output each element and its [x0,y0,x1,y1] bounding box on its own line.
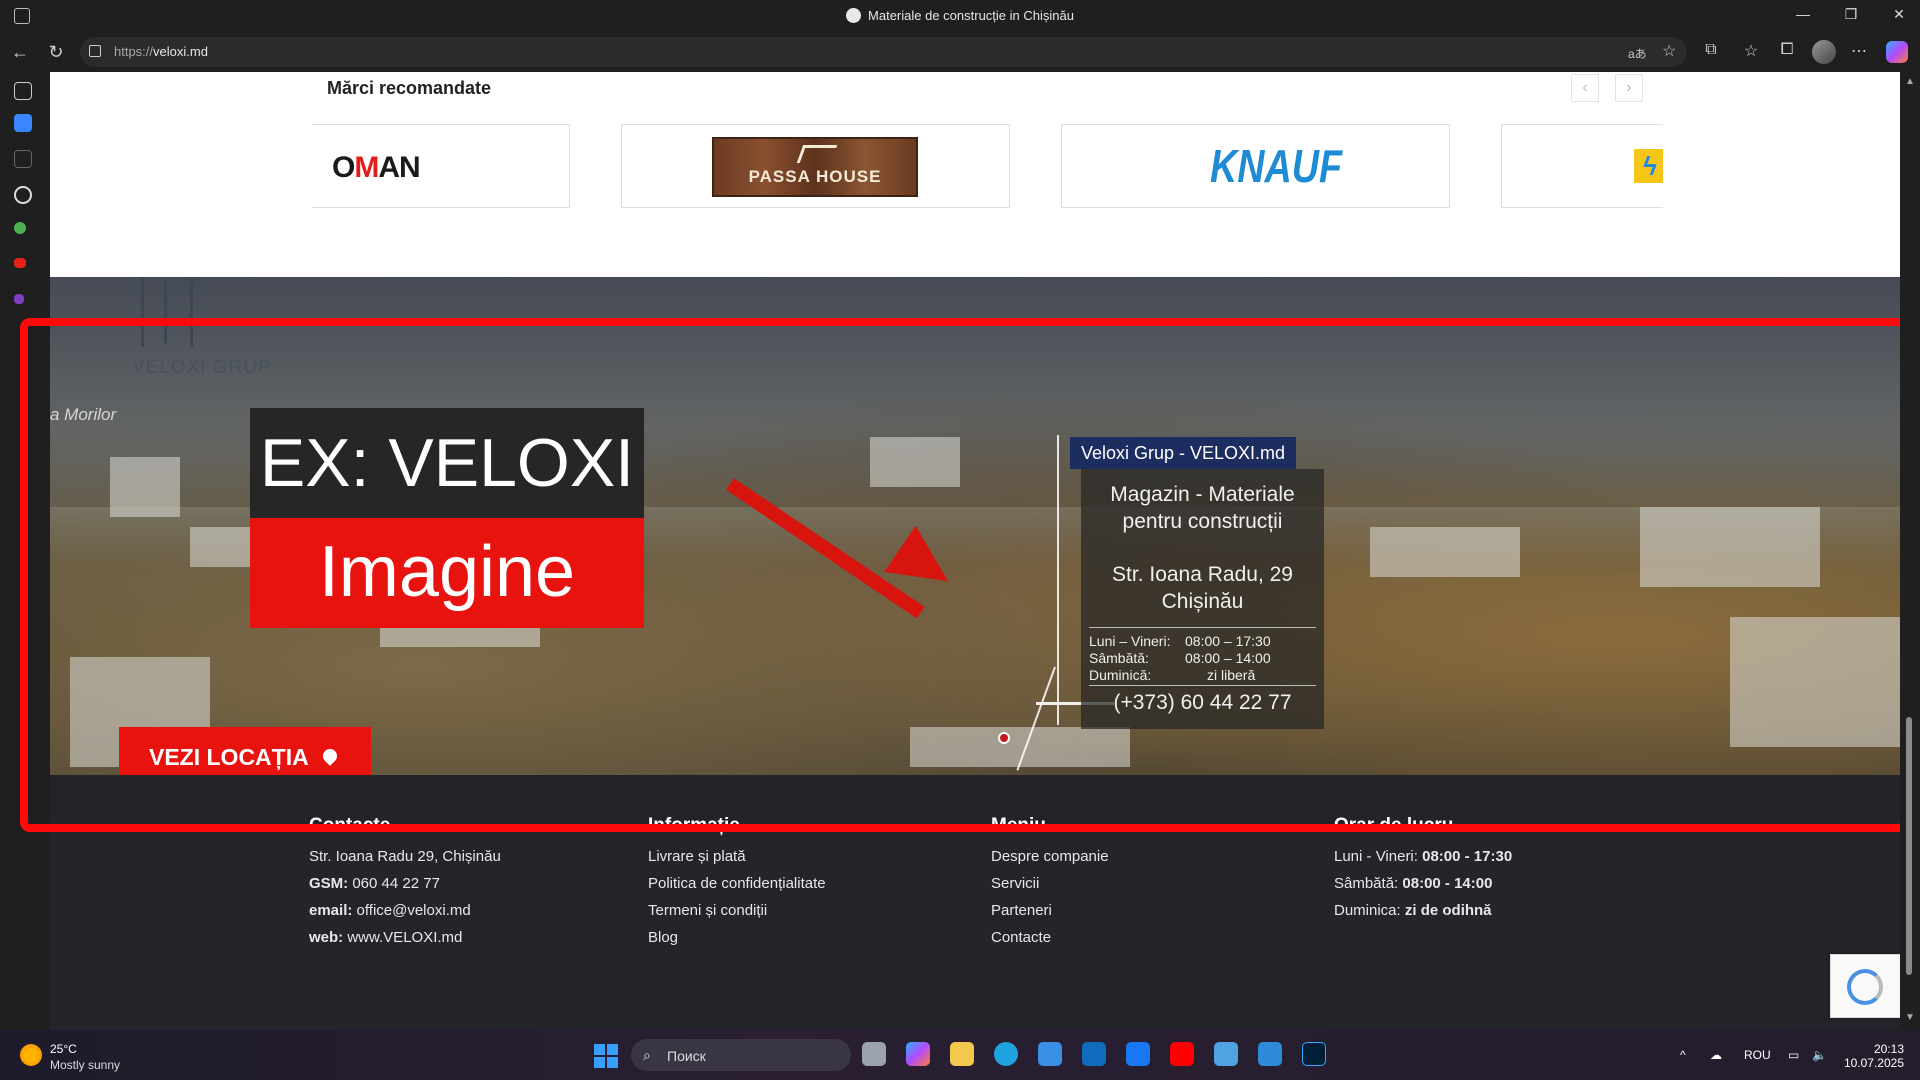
knauf-logo: KNAUF [1210,140,1343,192]
minimize-icon[interactable]: — [1788,6,1818,22]
back-arrow-icon[interactable]: ← [8,40,32,64]
lightning-brand-logo: ϟ [1634,149,1663,183]
browser-title-bar: Materiale de construcție in Chișinău — ❐… [0,0,1920,32]
recaptcha-icon [1847,969,1883,1005]
tab-icon[interactable] [14,186,32,204]
taskbar-search[interactable]: ⌕ Поиск [631,1039,851,1071]
notepad-icon[interactable] [1214,1042,1238,1066]
footer-gsm: GSM: 060 44 22 77 [309,875,440,892]
photoshop-icon[interactable] [1302,1042,1326,1066]
footer-hours-row: Duminica: zi de odihnă [1334,902,1492,919]
footer-web[interactable]: web: www.VELOXI.md [309,929,501,946]
tab-icon[interactable] [14,294,24,304]
tray-network-icon[interactable]: ☁ [1710,1048,1722,1062]
footer-col-hours: Orar de lucru Luni - Vineri: 08:00 - 17:… [1334,815,1513,919]
lock-icon[interactable] [89,45,101,57]
annotation-highlight-box [20,318,1908,832]
taskbar-clock[interactable]: 20:13 10.07.2025 [1840,1042,1904,1070]
vertical-tabs-icon[interactable] [14,82,32,100]
active-tab-icon[interactable] [14,114,32,132]
footer-link-contacts[interactable]: Contacte [991,929,1109,946]
weather-sun-icon[interactable] [20,1044,42,1066]
footer-email[interactable]: email: office@veloxi.md [309,902,501,919]
tab-icon[interactable] [14,150,32,168]
more-options-icon[interactable]: ⋯ [1848,41,1870,61]
browser-toolbar: ← ↻ https://veloxi.md aあ ☆ ⧉ ☆ ⧠ ⋯ [0,32,1920,72]
footer-link-partners[interactable]: Parteneri [991,902,1109,919]
footer-address: Str. Ioana Radu 29, Chișinău [309,848,501,865]
site-footer: Contacte Str. Ioana Radu 29, Chișinău GS… [50,815,1900,1030]
extensions-icon[interactable]: ⧉ [1700,41,1722,59]
recaptcha-badge[interactable] [1830,954,1902,1018]
scroll-down-icon[interactable]: ▼ [1905,1012,1915,1023]
tray-chevron-icon[interactable]: ^ [1680,1048,1686,1062]
footer-col-contacts: Contacte Str. Ioana Radu 29, Chișinău GS… [309,815,501,946]
weather-temperature[interactable]: 25°C [50,1042,77,1056]
search-icon: ⌕ [643,1047,651,1063]
footer-hours-row: Luni - Vineri: 08:00 - 17:30 [1334,848,1513,865]
oman-logo: OMAN [332,151,421,184]
youtube-taskbar-icon[interactable] [1170,1042,1194,1066]
window-title: Materiale de construcție in Chișinău [0,8,1920,23]
photos-icon[interactable] [1258,1042,1282,1066]
drive-icon[interactable] [14,222,26,234]
footer-link-blog[interactable]: Blog [648,929,826,946]
footer-link-about[interactable]: Despre companie [991,848,1109,865]
store-icon[interactable] [1038,1042,1062,1066]
brand-card-passa-house[interactable]: PASSA HOUSE [621,124,1010,208]
youtube-icon[interactable] [14,258,26,268]
brands-section: Mărci recomandate ‹ › OMAN PASSA HOUSE K… [50,72,1900,277]
facebook-icon[interactable] [1126,1042,1150,1066]
brands-heading: Mărci recomandate [327,78,492,98]
task-view-icon[interactable] [862,1042,886,1066]
scroll-up-icon[interactable]: ▲ [1905,76,1915,87]
windows-taskbar: 25°C Mostly sunny ⌕ Поиск ^ ☁ ROU ▭ 🔈 20… [0,1030,1920,1080]
page-scrollbar[interactable]: ▲ ▼ [1900,72,1920,1030]
brands-prev-button[interactable]: ‹ [1571,74,1599,102]
url-text[interactable]: https://veloxi.md [114,44,208,59]
copilot-taskbar-icon[interactable] [906,1042,930,1066]
volume-icon[interactable]: 🔈 [1812,1048,1827,1062]
footer-hours-row: Sâmbătă: 08:00 - 14:00 [1334,875,1493,892]
brand-card-oman[interactable]: OMAN [312,124,570,208]
footer-link-privacy[interactable]: Politica de confidențialitate [648,875,826,892]
file-explorer-icon[interactable] [950,1042,974,1066]
start-menu-icon[interactable] [594,1044,618,1068]
footer-col-menu: Meniu Despre companie Servicii Parteneri… [991,815,1109,946]
brands-next-button[interactable]: › [1615,74,1643,102]
read-aloud-icon[interactable]: aあ [1628,45,1647,62]
maximize-icon[interactable]: ❐ [1836,6,1866,23]
profile-avatar[interactable] [1812,40,1836,64]
address-bar[interactable]: https://veloxi.md aあ ☆ [80,37,1687,67]
display-icon[interactable]: ▭ [1788,1048,1799,1062]
close-icon[interactable]: ✕ [1884,6,1914,23]
footer-link-terms[interactable]: Termeni și condiții [648,902,826,919]
input-language[interactable]: ROU [1744,1048,1771,1062]
collections-icon[interactable]: ⧠ [1776,41,1798,59]
footer-link-services[interactable]: Servicii [991,875,1109,892]
brand-card-knauf[interactable]: KNAUF [1061,124,1450,208]
passa-house-logo: PASSA HOUSE [712,137,918,197]
copilot-icon[interactable] [1886,41,1908,63]
weather-description[interactable]: Mostly sunny [50,1058,120,1072]
edge-icon[interactable] [994,1042,1018,1066]
brand-card-partial[interactable]: ϟ [1501,124,1663,208]
site-favicon-icon [846,8,862,23]
footer-link-delivery[interactable]: Livrare și plată [648,848,826,865]
scrollbar-thumb[interactable] [1906,717,1912,975]
refresh-icon[interactable]: ↻ [44,40,68,64]
favorite-star-icon[interactable]: ☆ [1662,41,1676,61]
outlook-icon[interactable] [1082,1042,1106,1066]
favorites-icon[interactable]: ☆ [1740,41,1762,61]
footer-col-info: Informație Livrare și plată Politica de … [648,815,826,946]
